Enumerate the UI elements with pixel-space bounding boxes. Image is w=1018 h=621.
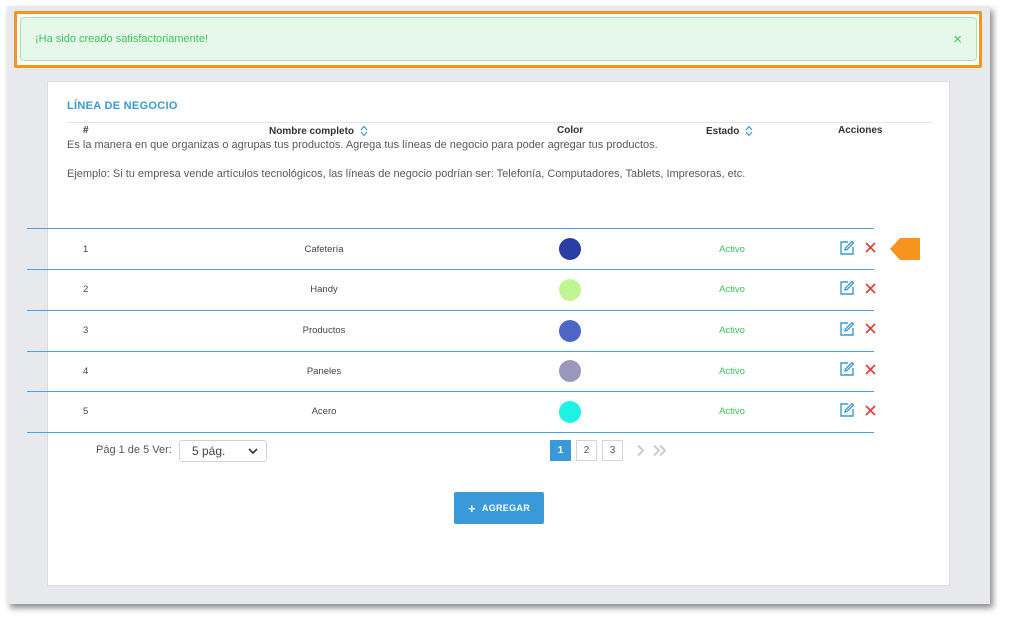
edit-icon[interactable] (839, 321, 855, 337)
row-name: Acero (311, 406, 337, 417)
alert-message: ¡Ha sido creado satisfactoriamente! (35, 33, 209, 45)
status-badge: Activo (719, 406, 745, 417)
row-num: 2 (83, 284, 89, 295)
delete-icon[interactable] (865, 242, 876, 253)
row-name: Productos (302, 325, 346, 336)
pointer-arrow-icon (890, 238, 920, 260)
delete-icon[interactable] (865, 364, 876, 375)
row-name: Handy (310, 284, 338, 295)
last-page-icon[interactable] (652, 444, 668, 457)
card-title: LÍNEA DE NEGOCIO (67, 100, 178, 112)
row-num: 1 (83, 244, 89, 255)
add-button-label: AGREGAR (481, 503, 530, 513)
header-name[interactable]: Nombre completo (269, 125, 368, 137)
page-button-3[interactable]: 3 (602, 440, 623, 461)
row-num: 5 (83, 406, 89, 417)
chevron-down-icon (248, 447, 258, 454)
row-name: Paneles (306, 366, 342, 377)
row-num: 4 (83, 366, 89, 377)
color-swatch (559, 320, 581, 342)
success-alert: ¡Ha sido creado satisfactoriamente! × (20, 17, 977, 61)
row-name: Cafetería (304, 244, 344, 255)
status-badge: Activo (719, 366, 745, 377)
row-divider (27, 432, 874, 433)
edit-icon[interactable] (839, 280, 855, 296)
header-num: # (83, 125, 89, 136)
row-divider (27, 269, 874, 270)
per-page-select[interactable]: 5 pág. (179, 440, 267, 462)
color-swatch (559, 401, 581, 423)
header-actions: Acciones (838, 125, 883, 136)
next-page-icon[interactable] (636, 444, 645, 457)
close-icon[interactable]: × (953, 32, 962, 47)
card-description: Es la manera en que organizas o agrupas … (67, 139, 658, 151)
pagination-info: Pág 1 de 5 Ver: (96, 444, 172, 456)
status-badge: Activo (719, 284, 745, 295)
page-button-1[interactable]: 1 (550, 440, 571, 461)
page-button-2[interactable]: 2 (576, 440, 597, 461)
add-button[interactable]: + AGREGAR (454, 492, 544, 524)
edit-icon[interactable] (839, 361, 855, 377)
per-page-value: 5 pág. (192, 444, 226, 458)
row-num: 3 (83, 325, 89, 336)
row-divider (27, 351, 874, 352)
sort-icon[interactable] (745, 125, 753, 137)
edit-icon[interactable] (839, 402, 855, 418)
delete-icon[interactable] (865, 283, 876, 294)
status-badge: Activo (719, 325, 745, 336)
delete-icon[interactable] (865, 405, 876, 416)
color-swatch (559, 360, 581, 382)
header-color: Color (557, 125, 584, 136)
delete-icon[interactable] (865, 323, 876, 334)
plus-icon: + (467, 500, 476, 516)
status-badge: Activo (719, 244, 745, 255)
sort-icon[interactable] (360, 125, 368, 137)
row-divider (27, 391, 874, 392)
title-divider (67, 122, 932, 123)
color-swatch (559, 238, 581, 260)
header-divider (27, 228, 874, 229)
row-divider (27, 310, 874, 311)
card-example: Ejemplo: Si tu empresa vende artículos t… (67, 168, 746, 180)
header-status[interactable]: Estado (706, 125, 753, 137)
color-swatch (559, 279, 581, 301)
edit-icon[interactable] (839, 240, 855, 256)
